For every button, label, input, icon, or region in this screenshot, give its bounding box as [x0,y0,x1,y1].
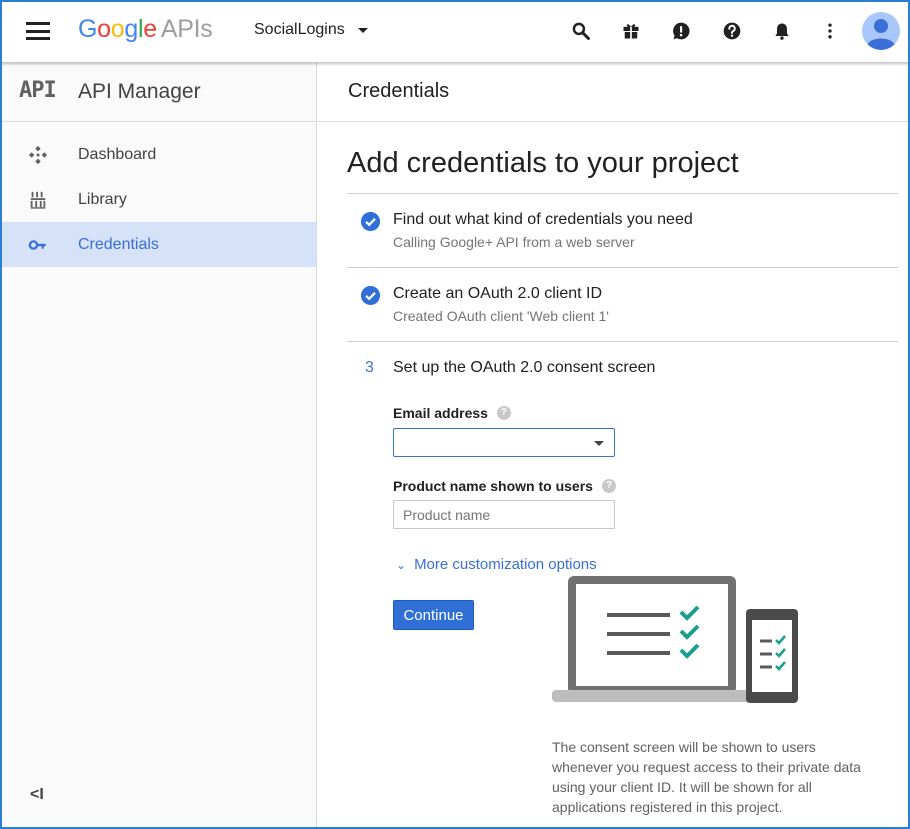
sidebar-item-label: Credentials [78,236,159,253]
feedback-icon[interactable] [671,21,691,41]
more-customization-link[interactable]: ⌄ More customization options [396,556,597,573]
step-find-credentials[interactable]: Find out what kind of credentials you ne… [347,193,898,267]
help-circle-icon[interactable]: ? [496,406,511,420]
key-icon [28,240,46,250]
logo-letter: G [78,15,98,43]
logo-letter: e [143,15,157,43]
account-avatar[interactable] [862,12,900,50]
search-icon[interactable] [571,21,591,41]
product-name-input[interactable] [393,500,615,529]
logo-suffix: APIs [160,15,213,43]
sidebar-item-credentials[interactable]: Credentials [0,222,316,267]
email-label: Email address ? [393,405,511,421]
dashboard-icon [28,145,48,165]
collapse-sidebar-icon[interactable]: <I [30,786,44,804]
person-icon [867,19,895,50]
sidebar-header: API API Manager [0,62,316,122]
page-title: Add credentials to your project [347,147,739,179]
main-content: Credentials Add credentials to your proj… [318,62,910,829]
help-icon[interactable] [722,21,742,41]
project-name: SocialLogins [254,21,345,38]
sidebar-item-dashboard[interactable]: Dashboard [0,132,316,177]
step-title: Set up the OAuth 2.0 consent screen [393,359,656,376]
api-badge-icon: API [19,78,57,103]
more-options-label: More customization options [414,556,597,573]
library-icon [30,191,46,209]
double-chevron-down-icon: ⌄ [396,557,407,572]
google-apis-logo[interactable]: Google APIs [78,15,213,44]
sidebar-nav: Dashboard Library Credentials [0,132,316,267]
email-address-select[interactable] [393,428,615,457]
laptop-base [552,690,750,702]
logo-letter: o [97,15,111,43]
continue-button[interactable]: Continue [393,600,474,630]
sidebar: API API Manager Dashboard Library Creden… [0,62,317,829]
notifications-icon[interactable] [772,21,792,41]
logo-letter: g [124,15,138,43]
content-header: Credentials [318,62,910,122]
step-create-client-id[interactable]: Create an OAuth 2.0 client ID Created OA… [347,267,898,341]
project-selector[interactable]: SocialLogins [254,21,368,39]
sidebar-item-label: Library [78,191,127,208]
check-circle-icon [361,212,380,231]
more-vert-icon[interactable] [820,21,840,41]
sidebar-title: API Manager [78,80,201,103]
consent-screen-illustration [552,576,798,703]
section-title: Credentials [348,80,450,102]
check-circle-icon [361,286,380,305]
phone-screen [752,620,792,692]
sidebar-item-label: Dashboard [78,146,157,163]
top-app-bar: Google APIs SocialLogins [0,0,910,62]
email-label-text: Email address [393,405,488,421]
product-name-label: Product name shown to users ? [393,478,616,494]
product-name-label-text: Product name shown to users [393,478,593,494]
sidebar-item-library[interactable]: Library [0,177,316,222]
step-subtitle: Created OAuth client 'Web client 1' [393,308,609,324]
hamburger-menu-icon[interactable] [26,22,50,40]
gift-icon[interactable] [621,21,641,41]
chevron-down-icon [357,27,368,33]
step-number: 3 [365,359,374,376]
consent-description: The consent screen will be shown to user… [552,739,861,815]
help-circle-icon[interactable]: ? [601,479,616,493]
step-title: Create an OAuth 2.0 client ID [393,285,602,302]
step-title: Find out what kind of credentials you ne… [393,211,693,228]
logo-letter: o [110,15,125,43]
dropdown-arrow-icon [594,441,604,446]
step-subtitle: Calling Google+ API from a web server [393,234,635,250]
step-consent-screen: 3 Set up the OAuth 2.0 consent screen [347,341,898,381]
